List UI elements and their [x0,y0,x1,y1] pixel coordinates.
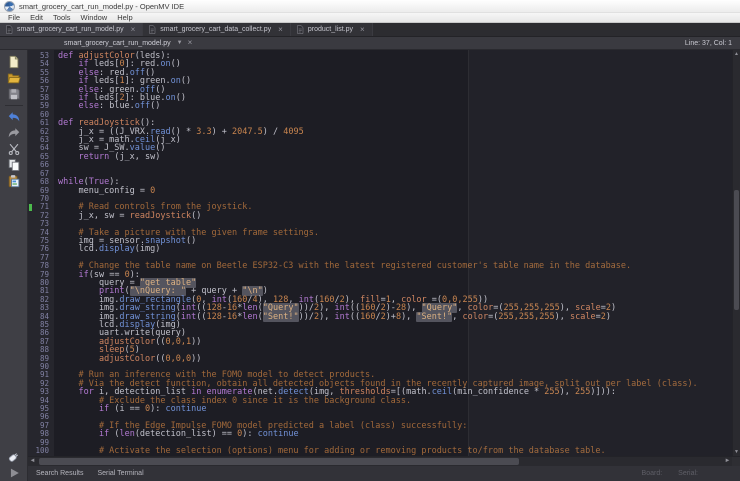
cursor-position: Line: 37, Col: 1 [685,40,732,47]
tab-smart_grocery_cart_run_model.py[interactable]: smart_grocery_cart_run_model.py × [0,23,143,36]
menu-item-file[interactable]: File [3,13,25,22]
document-close-icon[interactable]: × [188,39,193,47]
horizontal-scrollbar-thumb[interactable] [39,458,519,465]
scrollbar-corner [732,457,740,466]
code-line: lcd.display(img) [58,245,732,253]
file-type-icon [296,25,304,34]
menu-bar: FileEditToolsWindowHelp [0,13,740,23]
code-line: if leds[0]: red.on() [58,60,732,68]
paste-button[interactable] [4,173,24,188]
start-icon [7,466,21,480]
open-file-icon [7,71,21,85]
start-button[interactable] [4,465,24,480]
toolbar [0,50,28,481]
undo-button[interactable] [4,109,24,124]
vertical-scrollbar-thumb[interactable] [734,190,739,310]
line-number: 100 [28,447,54,455]
status-serial-label: Serial: [678,470,698,477]
cut-icon [7,142,21,156]
scroll-left-icon[interactable]: ◄ [28,457,37,466]
connect-icon [7,450,21,464]
code-editor[interactable]: def adjustColor(leds): if leds[0]: red.o… [54,50,732,456]
code-line: j_x, sw = readJoystick() [58,212,732,220]
tab-label: smart_grocery_cart_data_collect.py [160,26,271,33]
tab-product_list.py[interactable]: product_list.py × [291,23,373,36]
tab-label: product_list.py [308,26,353,33]
horizontal-scrollbar-track[interactable] [37,457,723,466]
line-number-gutter: 5354555657585960616263646566676869707172… [28,50,54,456]
code-line: if (i == 0): continue [58,405,732,413]
panel-tab-serial-terminal[interactable]: Serial Terminal [97,470,143,477]
document-bar: smart_grocery_cart_run_model.py ▼ × Line… [0,37,740,50]
code-line [58,161,732,169]
save-file-icon [7,87,21,101]
code-line: adjustColor((0,0,1)) [58,338,732,346]
bookmark-marker [29,204,32,211]
copy-icon [7,158,21,172]
code-line: # Activate the selection (options) menu … [58,447,732,455]
scroll-down-icon[interactable]: ▼ [733,448,740,456]
code-line [58,111,732,119]
panel-tab-search-results[interactable]: Search Results [36,470,83,477]
tab-label: smart_grocery_cart_run_model.py [17,26,124,33]
new-file-icon [7,55,21,69]
code-line: adjustColor((0,0,0)) [58,355,732,363]
document-name: smart_grocery_cart_run_model.py [64,40,171,47]
tab-close-icon[interactable]: × [278,26,283,34]
title-bar: smart_grocery_cart_run_model.py - OpenMV… [0,0,740,13]
tab-smart_grocery_cart_data_collect.py[interactable]: smart_grocery_cart_data_collect.py × [143,23,291,36]
menu-item-tools[interactable]: Tools [48,13,76,22]
code-line [58,170,732,178]
open-file-button[interactable] [4,70,24,85]
document-selector[interactable]: smart_grocery_cart_run_model.py ▼ × [64,39,192,47]
menu-item-edit[interactable]: Edit [25,13,48,22]
code-line: if (len(detection_list) == 0): continue [58,430,732,438]
openmv-ide-window: smart_grocery_cart_run_model.py - OpenMV… [0,0,740,481]
tab-bar: smart_grocery_cart_run_model.py×smart_gr… [0,23,740,37]
redo-button[interactable] [4,125,24,140]
chevron-down-icon[interactable]: ▼ [177,40,183,46]
tab-close-icon[interactable]: × [360,26,365,34]
code-line: menu_config = 0 [58,187,732,195]
openmv-logo-icon [4,1,15,12]
window-title: smart_grocery_cart_run_model.py - OpenMV… [19,2,184,11]
cut-button[interactable] [4,141,24,156]
tab-close-icon[interactable]: × [131,26,136,34]
code-line: return (j_x, sw) [58,153,732,161]
status-board-label: Board: [642,470,663,477]
code-line: # Change the table name on Beetle ESP32-… [58,262,732,270]
vertical-scrollbar[interactable]: ▲ ▼ [732,50,740,456]
redo-icon [7,126,21,140]
file-type-icon [148,25,156,34]
menu-item-window[interactable]: Window [76,13,113,22]
scroll-right-icon[interactable]: ► [723,457,732,466]
file-type-icon [5,25,13,34]
scroll-up-icon[interactable]: ▲ [733,50,740,58]
menu-item-help[interactable]: Help [112,13,137,22]
editor-area: 5354555657585960616263646566676869707172… [28,50,740,456]
status-bar: Search Results Serial Terminal Board: Seri… [28,466,740,481]
copy-button[interactable] [4,157,24,172]
paste-icon [7,174,21,188]
toolbar-separator [5,105,23,106]
connect-button[interactable] [4,449,24,464]
new-file-button[interactable] [4,54,24,69]
horizontal-scrollbar[interactable]: ◄ ► [28,456,740,466]
undo-icon [7,110,21,124]
code-line: while(True): [58,178,732,186]
save-file-button[interactable] [4,86,24,101]
code-line: else: blue.off() [58,102,732,110]
